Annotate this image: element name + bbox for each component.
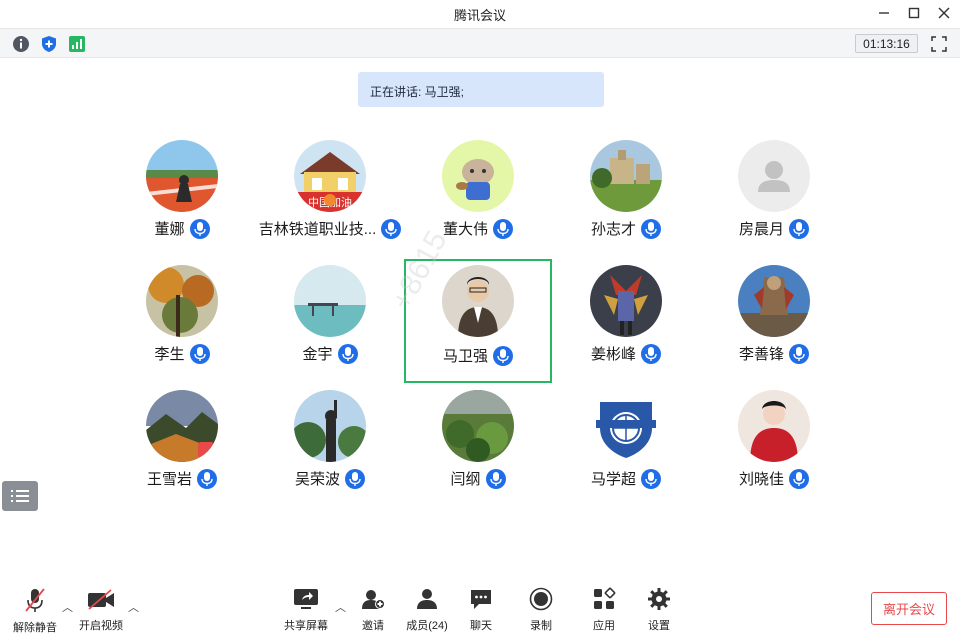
microphone-speaking-icon — [493, 345, 513, 366]
microphone-icon — [641, 343, 661, 364]
participant-name: 孙志才 — [590, 221, 636, 238]
video-options-chevron-icon[interactable]: ︿ — [128, 599, 139, 615]
security-shield-icon[interactable] — [40, 35, 58, 53]
settings-button[interactable]: 设置 — [646, 587, 672, 633]
video-off-icon — [87, 587, 115, 611]
chat-button[interactable]: 聊天 — [468, 587, 494, 633]
microphone-muted-icon — [23, 587, 47, 613]
avatar — [146, 390, 218, 462]
share-screen-button[interactable]: 共享屏幕 — [282, 587, 330, 633]
share-options-chevron-icon[interactable]: ︿ — [335, 599, 346, 615]
speaking-indicator: 正在讲话: 马卫强; — [358, 72, 604, 107]
avatar — [442, 265, 514, 337]
avatar — [590, 140, 662, 212]
participant-tile[interactable]: 金宇 — [256, 253, 404, 375]
participant-name: 马学超 — [590, 471, 636, 488]
meeting-timer: 01:13:16 — [855, 34, 918, 53]
avatar — [146, 140, 218, 212]
participant-name: 王雪岩 — [146, 471, 192, 488]
list-view-toggle-icon[interactable] — [2, 481, 38, 511]
meeting-toolbar: 01:13:16 — [0, 28, 960, 58]
avatar — [294, 265, 366, 337]
microphone-icon — [381, 218, 402, 239]
invite-button[interactable]: 邀请 — [358, 587, 388, 633]
fullscreen-icon[interactable] — [930, 35, 948, 53]
audio-options-chevron-icon[interactable]: ︿ — [62, 599, 73, 615]
minimize-icon[interactable] — [873, 3, 895, 23]
leave-meeting-button[interactable]: 离开会议 — [871, 592, 947, 625]
microphone-icon — [641, 218, 661, 239]
participant-name: 李生 — [154, 346, 185, 363]
participant-tile[interactable]: 董大伟 — [404, 128, 552, 250]
participant-name: 吴荣波 — [294, 471, 340, 488]
start-video-button[interactable]: 开启视频 — [77, 587, 125, 633]
record-icon — [529, 587, 553, 611]
microphone-icon — [789, 343, 809, 364]
window-title: 腾讯会议 — [453, 8, 506, 23]
avatar — [738, 140, 810, 212]
participant-tile[interactable]: 姜彬峰 — [552, 253, 700, 375]
microphone-icon — [789, 468, 809, 489]
participant-tile[interactable]: 董娜 — [108, 128, 256, 250]
members-button[interactable]: 成员(24) — [404, 587, 450, 633]
participant-name: 闫纲 — [450, 471, 481, 488]
participant-tile[interactable]: 马学超 — [552, 378, 700, 500]
participant-name: 李善锋 — [738, 346, 784, 363]
gear-icon — [647, 587, 671, 611]
participant-name: 吉林铁道职业技... — [258, 221, 377, 238]
avatar — [590, 390, 662, 462]
title-bar: 腾讯会议 — [0, 0, 960, 27]
participant-tile-active-speaker[interactable]: 马卫强 — [404, 259, 552, 383]
avatar: 中国加油 — [294, 140, 366, 212]
participant-name: 姜彬峰 — [590, 346, 636, 363]
avatar — [738, 265, 810, 337]
avatar — [442, 140, 514, 212]
microphone-icon — [337, 343, 358, 364]
microphone-icon — [189, 218, 210, 239]
participant-name: 金宇 — [302, 346, 333, 363]
close-icon[interactable] — [933, 3, 955, 23]
add-user-icon — [361, 587, 385, 611]
participant-name: 董大伟 — [442, 221, 488, 238]
participant-tile[interactable]: 房晨月 — [700, 128, 848, 250]
participant-name: 董娜 — [154, 221, 185, 238]
bottom-control-bar: 解除静音 ︿ 开启视频 ︿ 共享屏幕 ︿ 邀请 成员(24) 聊天 录制 应用 … — [0, 583, 960, 635]
apps-grid-icon — [592, 587, 616, 611]
apps-button[interactable]: 应用 — [591, 587, 617, 633]
participant-tile[interactable]: 刘晓佳 — [700, 378, 848, 500]
participant-tile[interactable]: 闫纲 — [404, 378, 552, 500]
chat-bubble-icon — [469, 587, 493, 611]
avatar — [590, 265, 662, 337]
microphone-icon — [189, 343, 210, 364]
participant-tile[interactable]: 吴荣波 — [256, 378, 404, 500]
info-icon[interactable] — [12, 35, 30, 53]
share-screen-icon — [293, 587, 319, 611]
participant-tile[interactable]: 李生 — [108, 253, 256, 375]
microphone-icon — [493, 218, 513, 239]
participant-name: 马卫强 — [442, 348, 488, 365]
microphone-icon — [789, 218, 809, 239]
unmute-button[interactable]: 解除静音 — [12, 587, 58, 634]
avatar — [738, 390, 810, 462]
microphone-icon — [197, 468, 217, 489]
members-icon — [415, 587, 439, 611]
avatar — [442, 390, 514, 462]
participant-tile[interactable]: 孙志才 — [552, 128, 700, 250]
participant-tile[interactable]: 王雪岩 — [108, 378, 256, 500]
microphone-icon — [641, 468, 661, 489]
avatar — [294, 390, 366, 462]
participant-name: 房晨月 — [738, 221, 784, 238]
maximize-icon[interactable] — [903, 3, 925, 23]
network-signal-icon[interactable] — [68, 35, 86, 53]
record-button[interactable]: 录制 — [528, 587, 554, 633]
avatar — [146, 265, 218, 337]
participant-tile[interactable]: 李善锋 — [700, 253, 848, 375]
microphone-icon — [345, 468, 365, 489]
participant-tile[interactable]: 中国加油 吉林铁道职业技... — [256, 128, 404, 250]
participant-name: 刘晓佳 — [738, 471, 784, 488]
microphone-icon — [485, 468, 506, 489]
